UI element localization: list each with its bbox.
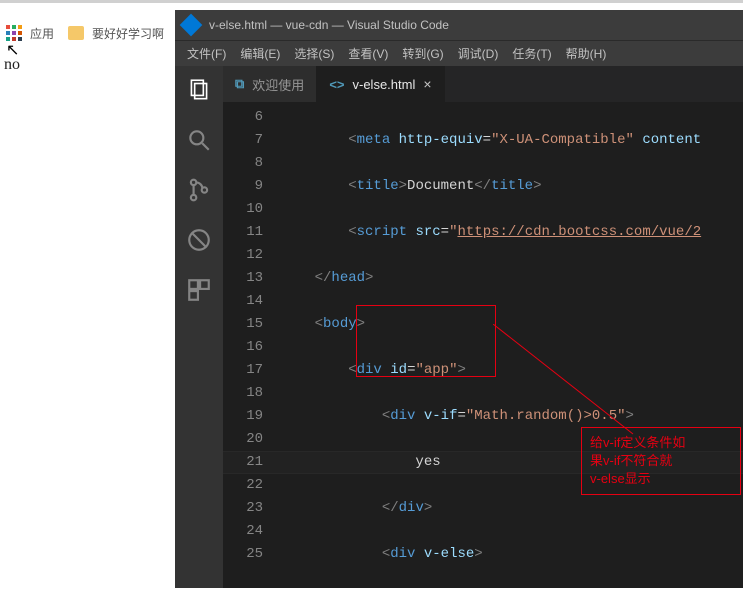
vscode-window: v-else.html — vue-cdn — Visual Studio Co… [175, 10, 743, 588]
folder-icon[interactable] [68, 26, 84, 40]
tab-welcome[interactable]: ⧉ 欢迎使用 [223, 66, 317, 102]
line-number: 14 [223, 290, 263, 313]
search-icon[interactable] [185, 126, 213, 154]
line-number: 18 [223, 382, 263, 405]
close-icon[interactable]: × [423, 76, 431, 92]
tab-file-label: v-else.html [353, 77, 416, 92]
menu-debug[interactable]: 调试(D) [452, 42, 505, 65]
line-number: 19 [223, 405, 263, 428]
bookmarks-bar: 应用 要好好学习啊 [0, 18, 170, 48]
tab-welcome-label: 欢迎使用 [252, 75, 304, 94]
bookmark-folder-label[interactable]: 要好好学习啊 [92, 25, 164, 42]
line-number: 23 [223, 497, 263, 520]
annotation-line: 给v-if定义条件如 [590, 434, 732, 452]
editor-tabs: ⧉ 欢迎使用 <> v-else.html × [223, 66, 743, 102]
line-number: 15 [223, 313, 263, 336]
line-number: 8 [223, 152, 263, 175]
tab-velse[interactable]: <> v-else.html × [317, 66, 444, 102]
line-gutter: 6 7 8 9 10 11 12 13 14 15 16 17 18 19 20… [223, 102, 281, 588]
line-number: 12 [223, 244, 263, 267]
activity-bar [175, 66, 223, 588]
browser-url-bar [0, 0, 743, 3]
line-number: 17 [223, 359, 263, 382]
annotation-line: 果v-if不符合就 [590, 452, 732, 470]
menu-bar: 文件(F) 编辑(E) 选择(S) 查看(V) 转到(G) 调试(D) 任务(T… [175, 40, 743, 66]
line-number: 25 [223, 543, 263, 566]
menu-file[interactable]: 文件(F) [181, 42, 232, 65]
line-number: 24 [223, 520, 263, 543]
code-editor[interactable]: 6 7 8 9 10 11 12 13 14 15 16 17 18 19 20… [223, 102, 743, 588]
menu-tasks[interactable]: 任务(T) [506, 42, 557, 65]
page-output-text: no [4, 56, 20, 74]
line-number: 20 [223, 428, 263, 451]
code-lines[interactable]: <meta http-equiv="X-UA-Compatible" conte… [281, 102, 743, 588]
vscode-tab-icon: ⧉ [235, 76, 244, 92]
title-bar[interactable]: v-else.html — vue-cdn — Visual Studio Co… [175, 10, 743, 40]
extensions-icon[interactable] [185, 276, 213, 304]
main-area: ⧉ 欢迎使用 <> v-else.html × 6 7 8 9 10 11 [175, 66, 743, 588]
apps-label[interactable]: 应用 [30, 25, 54, 42]
menu-go[interactable]: 转到(G) [396, 42, 449, 65]
line-number: 16 [223, 336, 263, 359]
apps-grid-icon[interactable] [6, 25, 22, 41]
explorer-icon[interactable] [185, 76, 213, 104]
line-number: 6 [223, 106, 263, 129]
source-control-icon[interactable] [185, 176, 213, 204]
window-title: v-else.html — vue-cdn — Visual Studio Co… [209, 18, 449, 32]
menu-help[interactable]: 帮助(H) [560, 42, 613, 65]
menu-edit[interactable]: 编辑(E) [234, 42, 286, 65]
line-number: 22 [223, 474, 263, 497]
menu-selection[interactable]: 选择(S) [288, 42, 340, 65]
line-number: 11 [223, 221, 263, 244]
menu-view[interactable]: 查看(V) [342, 42, 394, 65]
line-number: 7 [223, 129, 263, 152]
line-number: 13 [223, 267, 263, 290]
line-number: 9 [223, 175, 263, 198]
annotation-line: v-else显示 [590, 470, 732, 488]
debug-icon[interactable] [185, 226, 213, 254]
vscode-logo-icon [180, 14, 203, 37]
line-number: 10 [223, 198, 263, 221]
line-number: 21 [223, 451, 263, 474]
html-file-icon: <> [329, 77, 344, 92]
annotation-text-box: 给v-if定义条件如 果v-if不符合就 v-else显示 [581, 427, 741, 495]
editor-area: ⧉ 欢迎使用 <> v-else.html × 6 7 8 9 10 11 [223, 66, 743, 588]
